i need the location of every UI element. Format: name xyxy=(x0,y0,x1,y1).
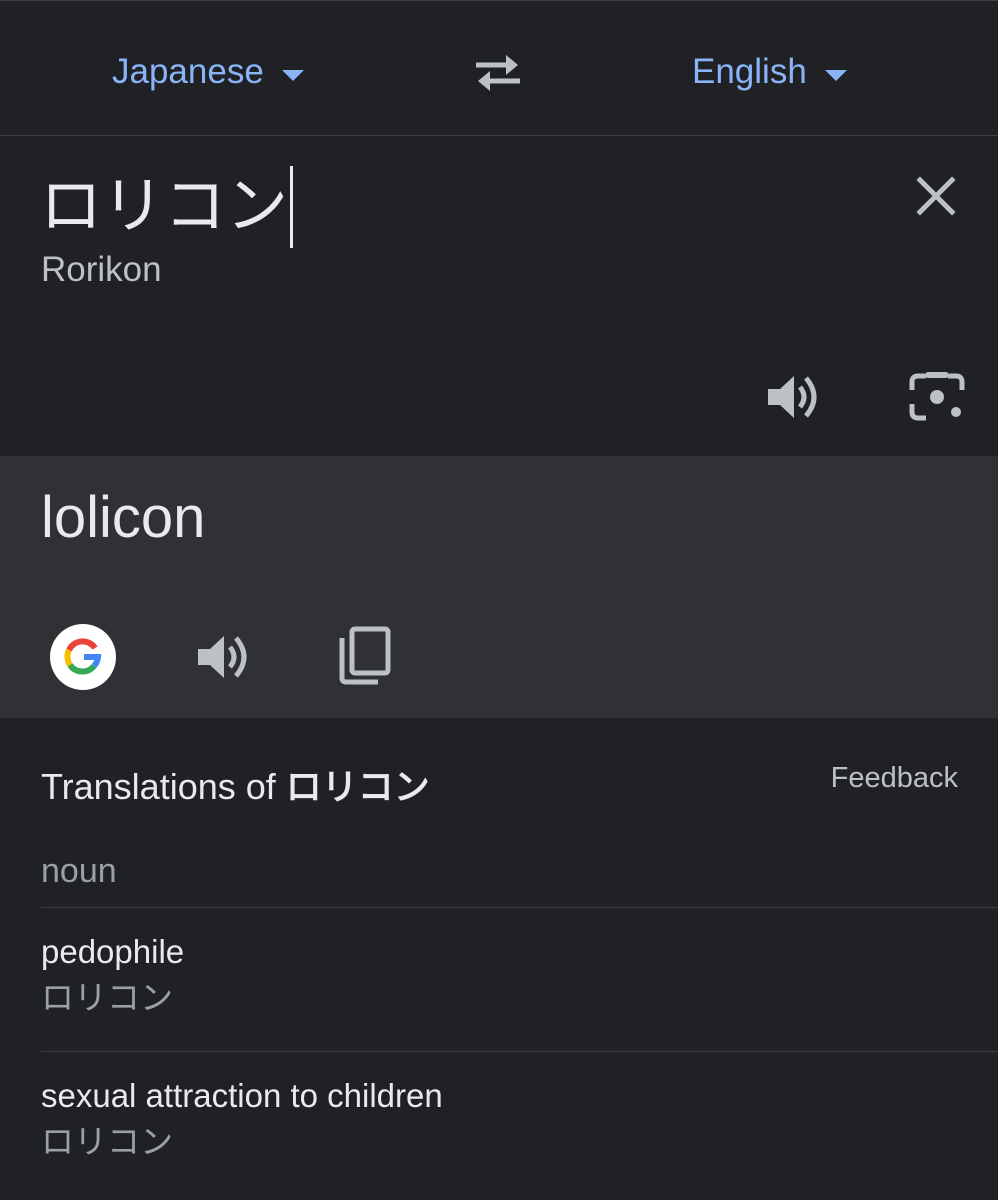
entry-back-translation: ロリコン xyxy=(41,979,173,1016)
google-icon[interactable] xyxy=(50,624,116,690)
entry-word: sexual attraction to children xyxy=(41,1077,443,1114)
dictionary-title-term: ロリコン xyxy=(285,766,430,807)
camera-icon[interactable] xyxy=(908,370,966,424)
dictionary-section: Translations of ロリコン Feedback noun pedop… xyxy=(0,718,998,1200)
source-input-area[interactable]: ロリコン Rorikon xyxy=(0,136,998,456)
translate-screen: Japanese English ロリコン Rorikon lolicon Tr… xyxy=(0,0,998,1200)
target-language-selector[interactable]: English xyxy=(692,47,847,97)
chevron-down-icon xyxy=(281,69,304,81)
feedback-link[interactable]: Feedback xyxy=(831,762,958,795)
source-language-label: Japanese xyxy=(112,52,264,91)
part-of-speech: noun xyxy=(41,852,117,890)
romanization: Rorikon xyxy=(41,250,162,289)
copy-icon[interactable] xyxy=(336,626,394,688)
translation-result: lolicon xyxy=(0,456,998,718)
target-language-label: English xyxy=(692,52,807,91)
chevron-down-icon xyxy=(824,69,847,81)
swap-icon[interactable] xyxy=(470,51,526,95)
divider xyxy=(41,907,998,908)
source-text: ロリコン xyxy=(40,172,289,241)
list-item[interactable]: sexual attraction to children ロリコン xyxy=(41,1074,941,1166)
entry-back-translation: ロリコン xyxy=(41,1123,173,1160)
language-bar: Japanese English xyxy=(0,0,998,136)
text-cursor xyxy=(290,166,294,248)
source-text-input[interactable]: ロリコン xyxy=(40,166,294,248)
source-language-selector[interactable]: Japanese xyxy=(112,47,304,97)
dictionary-title-prefix: Translations of xyxy=(41,766,286,807)
entry-word: pedophile xyxy=(41,933,185,970)
divider xyxy=(41,1051,998,1052)
translated-text: lolicon xyxy=(41,485,206,550)
dictionary-title: Translations of ロリコン xyxy=(41,758,430,810)
speaker-icon[interactable] xyxy=(194,632,254,682)
speaker-icon[interactable] xyxy=(764,372,824,422)
close-icon[interactable] xyxy=(912,172,960,220)
list-item[interactable]: pedophile ロリコン xyxy=(41,930,941,1022)
